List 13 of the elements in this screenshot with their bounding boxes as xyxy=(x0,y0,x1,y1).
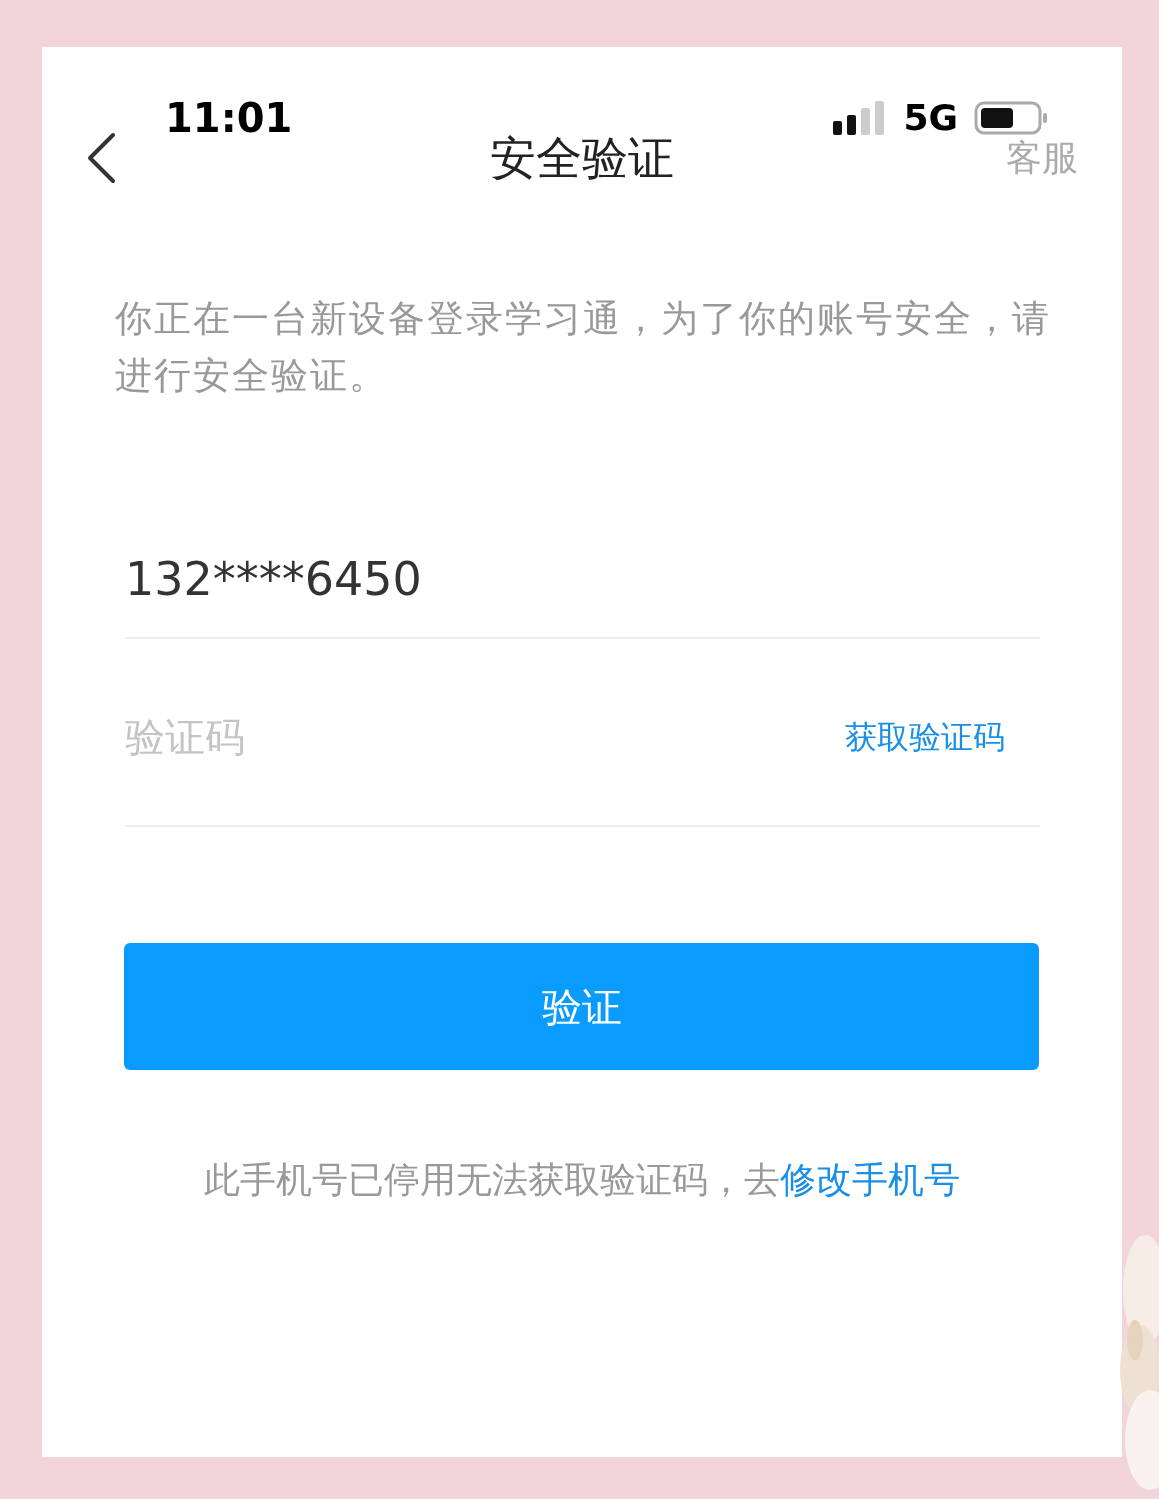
footer-text: 此手机号已停用无法获取验证码，去修改手机号 xyxy=(203,1162,961,1198)
phone-field[interactable]: 132****6450 xyxy=(125,521,1040,639)
verify-button[interactable]: 验证 xyxy=(124,943,1039,1070)
change-phone-link[interactable]: 修改手机号 xyxy=(780,1159,960,1200)
battery-icon xyxy=(974,100,1050,135)
code-field[interactable]: 验证码 xyxy=(125,707,845,767)
status-time: 11:01 xyxy=(165,97,293,138)
customer-service-link[interactable]: 客服 xyxy=(1006,140,1078,176)
notice-text: 你正在一台新设备登录学习通，为了你的账号安全，请进行安全验证。 xyxy=(115,296,1052,399)
get-code-link[interactable]: 获取验证码 xyxy=(845,721,1005,753)
network-label: 5G xyxy=(903,99,958,136)
back-icon[interactable] xyxy=(85,132,117,184)
page-title: 安全验证 xyxy=(488,135,675,181)
